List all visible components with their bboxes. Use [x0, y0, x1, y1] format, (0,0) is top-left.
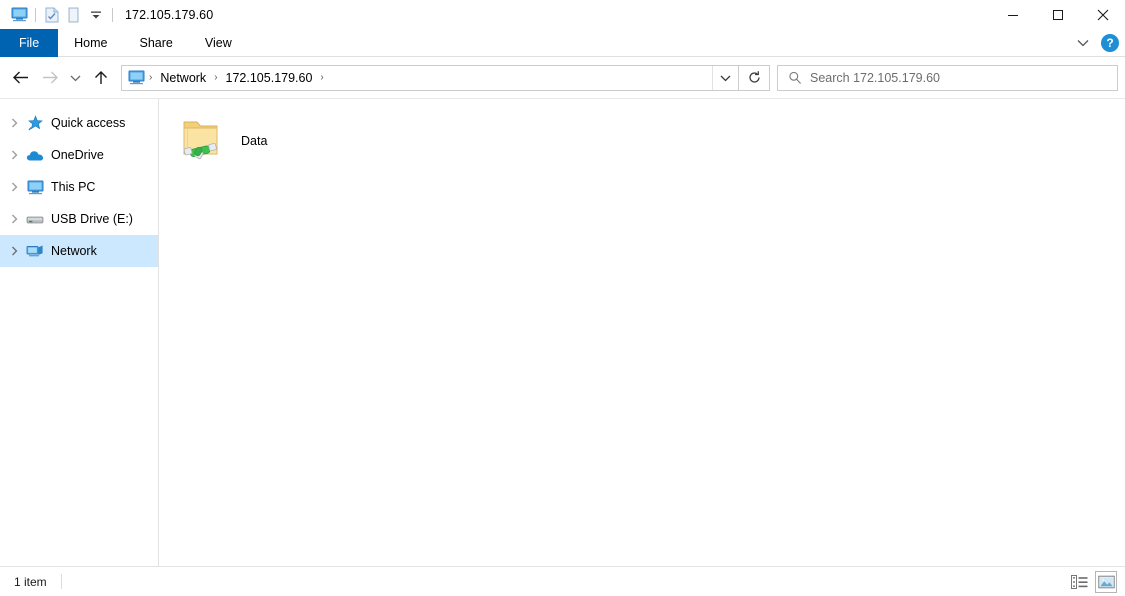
title-bar: 172.105.179.60	[0, 0, 1125, 29]
file-explorer-window: 172.105.179.60 File Home Share View ?	[0, 0, 1125, 596]
sidebar-item-label: Network	[51, 244, 97, 258]
address-history-chevron-down-icon[interactable]	[712, 66, 738, 90]
ribbon-right-controls: ?	[1073, 29, 1119, 57]
up-button[interactable]	[86, 63, 115, 93]
item-count: 1 item	[14, 575, 47, 589]
refresh-button[interactable]	[739, 65, 770, 91]
large-icons-view-button[interactable]	[1095, 571, 1117, 593]
quick-access-toolbar: 172.105.179.60	[0, 0, 213, 29]
window-controls	[990, 0, 1125, 29]
search-placeholder: Search 172.105.179.60	[810, 71, 940, 85]
toolbar-separator-2	[112, 8, 113, 22]
new-folder-icon[interactable]	[63, 4, 85, 26]
tab-share[interactable]: Share	[124, 29, 189, 57]
sidebar-item-label: Quick access	[51, 116, 125, 130]
monitor-icon	[24, 177, 46, 197]
star-icon	[24, 113, 46, 133]
help-button[interactable]: ?	[1101, 34, 1119, 52]
search-input[interactable]: Search 172.105.179.60	[777, 65, 1118, 91]
explorer-body: Quick access OneDrive	[0, 98, 1125, 566]
tab-home[interactable]: Home	[58, 29, 123, 57]
tab-view[interactable]: View	[189, 29, 248, 57]
details-view-button[interactable]	[1068, 571, 1090, 593]
status-bar: 1 item	[0, 566, 1125, 596]
recent-locations-chevron-down-icon[interactable]	[64, 63, 86, 93]
forward-button[interactable]	[35, 63, 64, 93]
address-bar[interactable]: › Network › 172.105.179.60 ›	[121, 65, 739, 91]
breadcrumb-separator[interactable]: ›	[212, 72, 219, 83]
sidebar-item-network[interactable]: Network	[0, 235, 158, 267]
breadcrumb-separator[interactable]: ›	[318, 72, 325, 83]
breadcrumb: › Network › 172.105.179.60 ›	[122, 66, 712, 90]
search-icon	[788, 71, 802, 85]
tab-file[interactable]: File	[0, 29, 58, 57]
ribbon-tab-bar: File Home Share View ?	[0, 29, 1125, 57]
network-icon	[24, 241, 46, 261]
usb-drive-icon	[24, 209, 46, 229]
view-mode-buttons	[1068, 567, 1117, 596]
sidebar-item-label: USB Drive (E:)	[51, 212, 133, 226]
sidebar-item-onedrive[interactable]: OneDrive	[0, 139, 158, 171]
maximize-button[interactable]	[1035, 0, 1080, 29]
expand-chevron-right-icon[interactable]	[4, 139, 24, 171]
explorer-monitor-icon[interactable]	[8, 4, 30, 26]
sidebar-item-usb-drive[interactable]: USB Drive (E:)	[0, 203, 158, 235]
minimize-button[interactable]	[990, 0, 1035, 29]
list-item[interactable]: Data	[173, 111, 363, 171]
file-list-pane[interactable]: Data	[159, 99, 1125, 566]
list-item-label: Data	[241, 134, 267, 148]
sidebar-item-label: OneDrive	[51, 148, 104, 162]
window-title: 172.105.179.60	[125, 8, 213, 22]
expand-chevron-right-icon[interactable]	[4, 235, 24, 267]
toolbar-separator-1	[35, 8, 36, 22]
navigation-bar: › Network › 172.105.179.60 ›	[0, 57, 1125, 98]
sidebar-item-this-pc[interactable]: This PC	[0, 171, 158, 203]
expand-ribbon-chevron-down-icon[interactable]	[1073, 33, 1093, 53]
expand-chevron-right-icon[interactable]	[4, 107, 24, 139]
close-button[interactable]	[1080, 0, 1125, 29]
customize-quick-access-chevron-icon[interactable]	[85, 4, 107, 26]
status-divider	[61, 574, 62, 589]
properties-icon[interactable]	[41, 4, 63, 26]
breadcrumb-host[interactable]: 172.105.179.60	[220, 71, 319, 85]
cloud-icon	[24, 145, 46, 165]
navigation-pane: Quick access OneDrive	[0, 99, 159, 566]
expand-chevron-right-icon[interactable]	[4, 171, 24, 203]
expand-chevron-right-icon[interactable]	[4, 203, 24, 235]
back-button[interactable]	[6, 63, 35, 93]
shared-network-folder-icon	[173, 113, 231, 169]
sidebar-item-quick-access[interactable]: Quick access	[0, 107, 158, 139]
sidebar-item-label: This PC	[51, 180, 95, 194]
breadcrumb-monitor-icon[interactable]	[128, 70, 145, 85]
breadcrumb-network[interactable]: Network	[154, 71, 212, 85]
breadcrumb-separator[interactable]: ›	[147, 72, 154, 83]
